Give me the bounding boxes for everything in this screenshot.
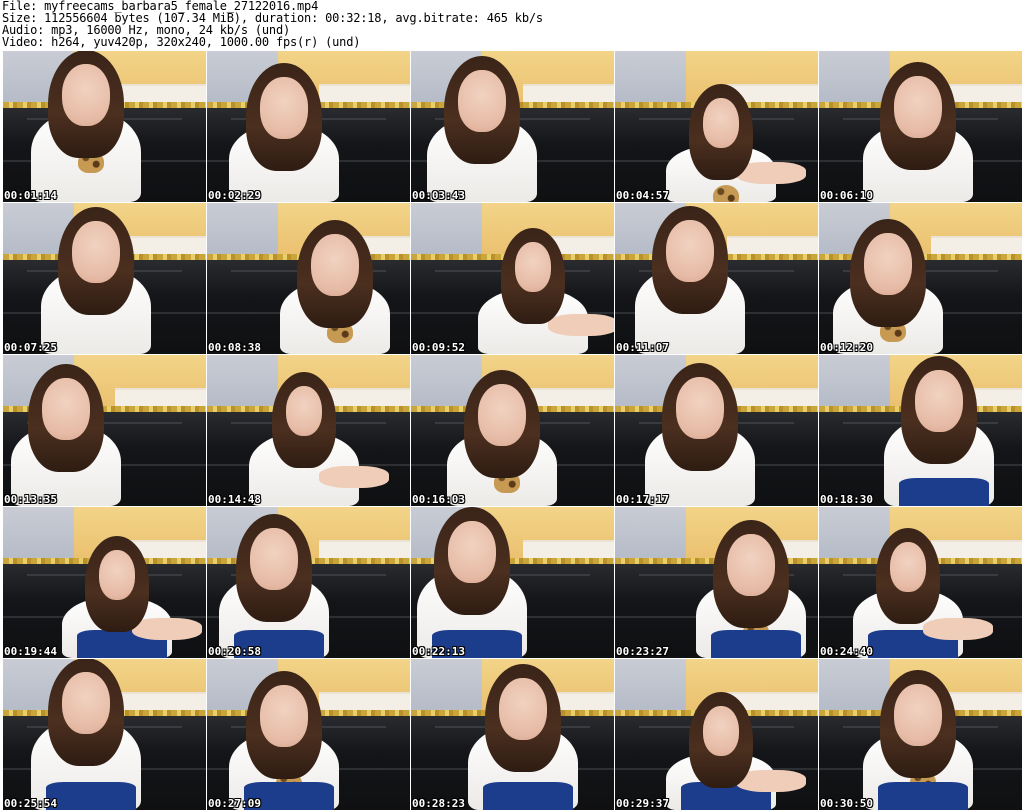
thumbnail-timestamp: 00:09:52	[412, 341, 465, 354]
person-figure	[207, 203, 410, 354]
video-thumbnail: 00:19:44	[3, 507, 206, 658]
person-figure	[615, 355, 818, 506]
person-figure	[411, 507, 614, 658]
person-figure	[411, 659, 614, 810]
person-figure	[615, 659, 818, 810]
video-thumbnail: 00:25:54	[3, 659, 206, 810]
person-figure	[819, 203, 1022, 354]
thumbnail-timestamp: 00:18:30	[820, 493, 873, 506]
thumbnail-timestamp: 00:22:13	[412, 645, 465, 658]
thumbnail-timestamp: 00:11:07	[616, 341, 669, 354]
person-figure	[819, 507, 1022, 658]
thumbnail-timestamp: 00:12:20	[820, 341, 873, 354]
person-figure	[3, 507, 206, 658]
thumbnail-timestamp: 00:28:23	[412, 797, 465, 810]
person-figure	[207, 51, 410, 202]
video-thumbnail: 00:28:23	[411, 659, 614, 810]
thumbnail-timestamp: 00:08:38	[208, 341, 261, 354]
person-figure	[411, 51, 614, 202]
video-thumbnail: 00:07:25	[3, 203, 206, 354]
video-info-line: Video: h264, yuv420p, 320x240, 1000.00 f…	[2, 35, 361, 49]
person-figure	[207, 507, 410, 658]
video-thumbnail: 00:02:29	[207, 51, 410, 202]
person-figure	[207, 355, 410, 506]
video-thumbnail: 00:20:58	[207, 507, 410, 658]
thumbnail-timestamp: 00:17:17	[616, 493, 669, 506]
video-thumbnail: 00:04:57	[615, 51, 818, 202]
thumbnail-timestamp: 00:02:29	[208, 189, 261, 202]
thumbnail-timestamp: 00:03:43	[412, 189, 465, 202]
video-thumbnail: 00:30:50	[819, 659, 1022, 810]
thumbnail-timestamp: 00:04:57	[616, 189, 669, 202]
thumbnail-timestamp: 00:06:10	[820, 189, 873, 202]
video-thumbnail: 00:14:48	[207, 355, 410, 506]
person-figure	[615, 507, 818, 658]
video-thumbnail: 00:27:09	[207, 659, 410, 810]
thumbnail-timestamp: 00:29:37	[616, 797, 669, 810]
person-figure	[819, 659, 1022, 810]
person-figure	[411, 203, 614, 354]
thumbnail-timestamp: 00:20:58	[208, 645, 261, 658]
video-thumbnail: 00:09:52	[411, 203, 614, 354]
thumbnail-timestamp: 00:24:40	[820, 645, 873, 658]
person-figure	[207, 659, 410, 810]
person-figure	[3, 203, 206, 354]
video-thumbnail: 00:16:03	[411, 355, 614, 506]
thumbnail-timestamp: 00:27:09	[208, 797, 261, 810]
person-figure	[3, 659, 206, 810]
video-thumbnail: 00:24:40	[819, 507, 1022, 658]
thumbnail-timestamp: 00:19:44	[4, 645, 57, 658]
thumbnail-timestamp: 00:14:48	[208, 493, 261, 506]
video-thumbnail: 00:29:37	[615, 659, 818, 810]
thumbnail-timestamp: 00:01:14	[4, 189, 57, 202]
person-figure	[819, 355, 1022, 506]
person-figure	[615, 51, 818, 202]
video-thumbnail: 00:01:14	[3, 51, 206, 202]
thumbnail-grid: 00:01:14 00:02:29 00:03:43 00:04:57 00:06:10…	[3, 51, 1023, 810]
person-figure	[615, 203, 818, 354]
video-thumbnail: 00:23:27	[615, 507, 818, 658]
person-figure	[3, 355, 206, 506]
video-thumbnail: 00:03:43	[411, 51, 614, 202]
video-thumbnail: 00:06:10	[819, 51, 1022, 202]
video-thumbnail: 00:08:38	[207, 203, 410, 354]
video-thumbnail: 00:17:17	[615, 355, 818, 506]
thumbnail-timestamp: 00:16:03	[412, 493, 465, 506]
file-info-header: File: myfreecams_barbara5_female_2712201…	[2, 0, 543, 48]
thumbnail-timestamp: 00:30:50	[820, 797, 873, 810]
thumbnail-timestamp: 00:13:35	[4, 493, 57, 506]
video-thumbnail: 00:12:20	[819, 203, 1022, 354]
thumbnail-timestamp: 00:25:54	[4, 797, 57, 810]
thumbnail-timestamp: 00:07:25	[4, 341, 57, 354]
person-figure	[411, 355, 614, 506]
video-thumbnail: 00:13:35	[3, 355, 206, 506]
video-thumbnail: 00:22:13	[411, 507, 614, 658]
thumbnail-timestamp: 00:23:27	[616, 645, 669, 658]
person-figure	[819, 51, 1022, 202]
video-thumbnail: 00:18:30	[819, 355, 1022, 506]
video-thumbnail: 00:11:07	[615, 203, 818, 354]
person-figure	[3, 51, 206, 202]
